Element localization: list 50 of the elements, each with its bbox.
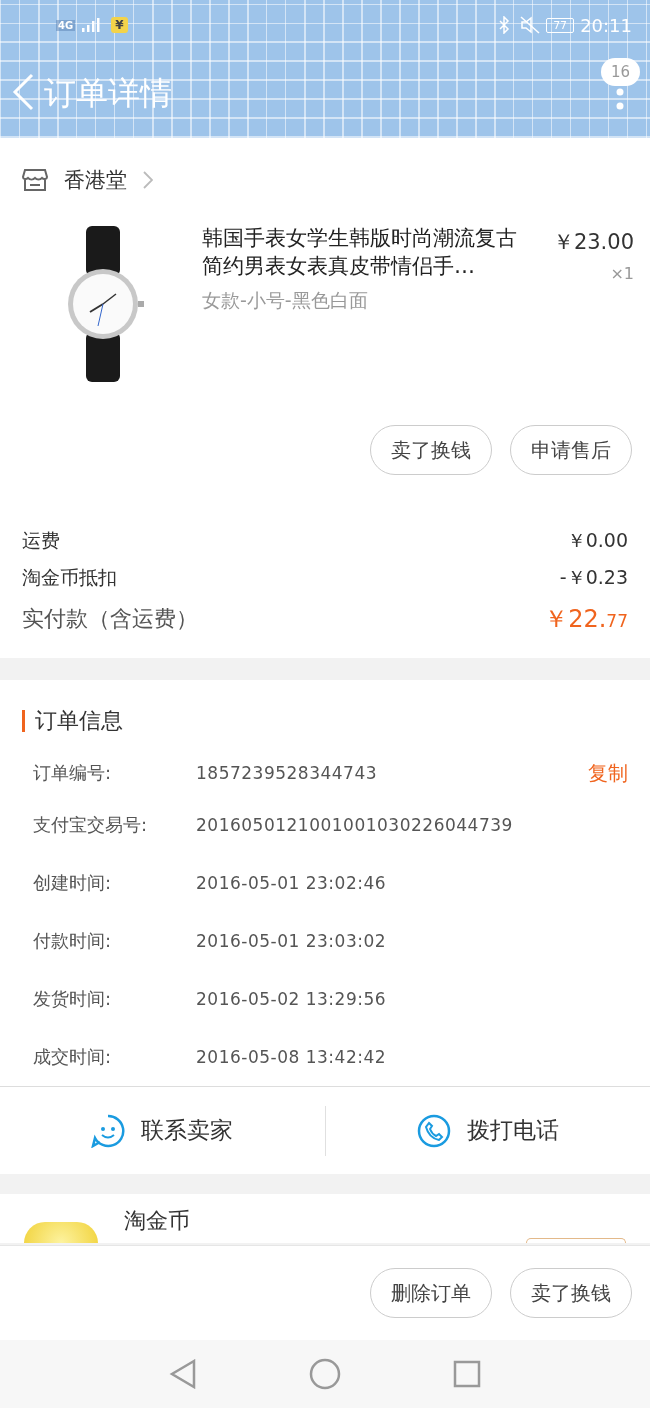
shop-name[interactable]: 香港堂 [64,166,127,194]
section-title: 淘金币 [124,1207,191,1235]
chevron-icon [143,171,153,189]
section-accent-bar [22,710,25,732]
info-value: 2016-05-01 23:03:02 [196,931,388,951]
info-value: 2016050121001001030226044739 [196,815,514,835]
fee-label: 实付款（含运费） [22,605,198,633]
action-button[interactable]: 卖了换钱 [370,425,492,475]
action-button[interactable]: 删除订单 [370,1268,492,1318]
page-title: 订单详情 [44,73,173,114]
product-variant: 女款-小号-黑色白面 [202,288,369,313]
info-value: 1857239528344743 [196,763,379,783]
home-icon[interactable] [309,1358,341,1390]
info-value: 2016-05-01 23:02:46 [196,873,388,893]
product-quantity: ×1 [609,264,634,283]
fee-value: ￥22.77 [544,604,628,635]
battery-icon: 77 [546,17,575,33]
info-label: 支付宝交易号: [33,813,149,837]
back-icon[interactable] [169,1359,197,1389]
info-label: 创建时间: [33,871,113,895]
info-value: 2016-05-02 13:29:56 [196,989,388,1009]
coin-icon [24,1222,98,1243]
fee-label: 淘金币抵扣 [22,564,117,590]
store-icon [22,168,48,192]
signal-icon [81,17,102,33]
fee-label: 运费 [22,527,60,553]
phone-icon [416,1113,451,1148]
contact-button[interactable]: 联系卖家 [0,1100,325,1161]
action-button[interactable]: 申请售后 [510,425,632,475]
product-price: ￥23.00 [552,229,634,256]
info-label: 订单编号: [33,761,113,785]
recent-apps-icon[interactable] [453,1360,481,1388]
clock-time: 20:11 [580,14,632,36]
product-title[interactable]: 韩国手表女学生韩版时尚潮流复古简约男表女表真皮带情侣手… [202,224,532,280]
notification-badge: 16 [600,58,640,86]
info-label: 发货时间: [33,987,113,1011]
contact-button[interactable]: 拨打电话 [325,1100,650,1161]
chat-face-icon [91,1113,126,1148]
bluetooth-icon [498,16,511,34]
wallet-badge: ¥ [111,17,128,33]
fee-value: -￥0.23 [559,564,628,590]
section-title: 订单信息 [35,707,123,735]
info-label: 成交时间: [33,1045,113,1069]
info-label: 付款时间: [33,929,113,953]
mute-icon [520,16,541,34]
fee-value: ￥0.00 [566,527,628,553]
info-value: 2016-05-08 13:42:42 [196,1047,388,1067]
action-button[interactable]: 卖了换钱 [510,1268,632,1318]
more-icon[interactable] [616,88,625,112]
network-label: 4G [56,19,76,31]
